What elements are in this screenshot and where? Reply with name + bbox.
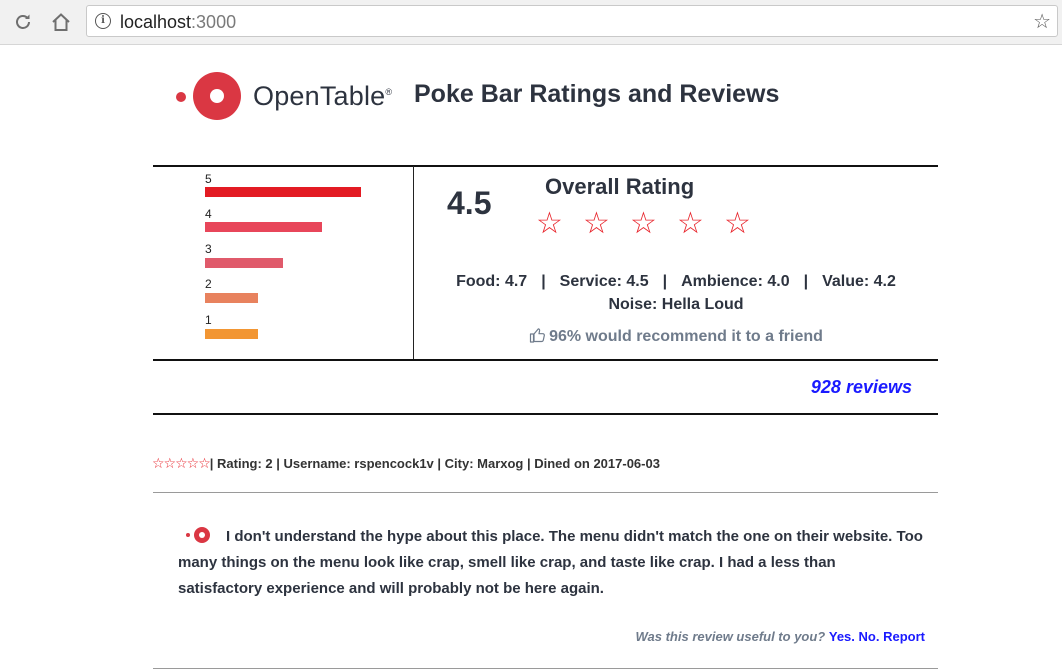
reload-icon[interactable] (10, 9, 36, 35)
ambience-rating: Ambience: 4.0 (681, 273, 790, 290)
reviews-count-rule (153, 413, 938, 415)
review-count-link[interactable]: 928 reviews (811, 377, 912, 398)
rating-bar-3[interactable] (205, 258, 283, 268)
bar-label-4: 4 (205, 207, 212, 221)
review-stars-icon: ☆☆☆☆☆ (152, 456, 211, 472)
overall-rating-label: Overall Rating (545, 174, 695, 199)
summary-top-rule (153, 165, 938, 167)
bar-label-1: 1 (205, 313, 212, 327)
overall-stars: ☆ ☆ ☆ ☆ ☆ (536, 206, 771, 241)
review-meta: ☆☆☆☆☆| Rating: 2 | Username: rspencock1v… (152, 456, 660, 472)
sub-ratings: Food: 4.7 | Service: 4.5 | Ambience: 4.0 | Val… (414, 270, 938, 316)
bookmark-star-icon[interactable]: ☆ (1033, 9, 1051, 34)
review-bottom-rule (153, 668, 938, 669)
bar-label-2: 2 (205, 277, 212, 291)
thumbs-up-icon (529, 328, 546, 343)
info-icon[interactable]: i (95, 13, 111, 29)
separator: | (803, 273, 809, 290)
star-icon: ☆ (630, 206, 657, 241)
page-title: Poke Bar Ratings and Reviews (414, 80, 780, 108)
rating-bar-1[interactable] (205, 329, 258, 339)
useful-yes-link[interactable]: Yes. (829, 629, 855, 644)
recommend-text: 96% would recommend it to a friend (549, 328, 823, 345)
review-feedback: Was this review useful to you? Yes. No. … (636, 629, 926, 644)
opentable-mini-logo-icon (186, 527, 220, 543)
food-rating: Food: 4.7 (456, 273, 528, 290)
overall-score: 4.5 (447, 185, 492, 221)
review-text: I don't understand the hype about this p… (178, 528, 923, 597)
noise-rating: Noise: Hella Loud (608, 296, 744, 313)
separator: | (662, 273, 668, 290)
value-rating: Value: 4.2 (822, 273, 896, 290)
star-icon: ☆ (724, 206, 751, 241)
star-icon: ☆ (536, 206, 563, 241)
logo-text: OpenTable® (253, 81, 393, 111)
star-icon: ☆ (583, 206, 610, 241)
home-icon[interactable] (48, 9, 74, 35)
address-bar[interactable]: i localhost:3000 ☆ (86, 5, 1058, 37)
star-icon: ☆ (677, 206, 704, 241)
review-meta-rule (153, 492, 938, 493)
recommend-line: 96% would recommend it to a friend (414, 327, 938, 346)
url-text[interactable]: localhost:3000 (120, 12, 236, 33)
useful-no-link[interactable]: No. (859, 629, 880, 644)
service-rating: Service: 4.5 (559, 273, 649, 290)
logo-dot (176, 92, 186, 102)
bar-label-5: 5 (205, 172, 212, 186)
bar-label-3: 3 (205, 242, 212, 256)
useful-question: Was this review useful to you? (635, 629, 826, 644)
rating-bar-4[interactable] (205, 222, 322, 232)
browser-toolbar: i localhost:3000 ☆ (0, 0, 1062, 45)
rating-bar-5[interactable] (205, 187, 361, 197)
summary-bottom-rule (153, 359, 938, 361)
logo-ring-icon (193, 72, 241, 120)
review-meta-text: | Rating: 2 | Username: rspencock1v | Ci… (209, 456, 660, 471)
rating-bar-2[interactable] (205, 293, 258, 303)
review-body: I don't understand the hype about this p… (178, 524, 923, 602)
separator: | (541, 273, 546, 290)
report-link[interactable]: Report (883, 629, 925, 644)
